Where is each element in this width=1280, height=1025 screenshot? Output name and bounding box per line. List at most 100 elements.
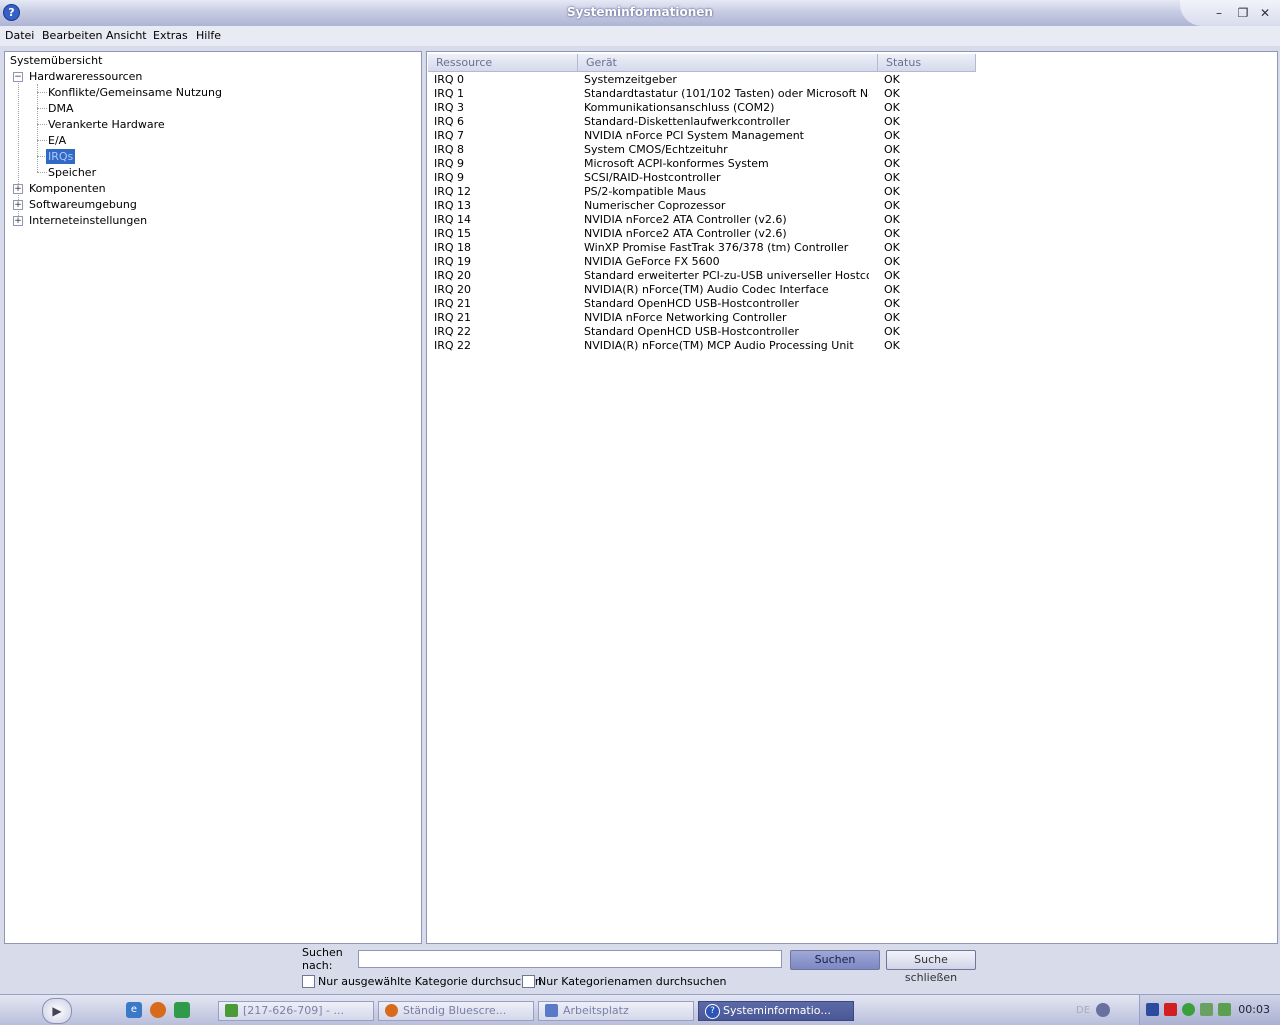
- taskbar-task-3[interactable]: Arbeitsplatz: [538, 1001, 694, 1021]
- tree-item-system-summary[interactable]: Systemübersicht: [10, 53, 102, 68]
- volume-icon[interactable]: [1096, 1003, 1110, 1017]
- tree-item-memory[interactable]: Speicher: [48, 165, 96, 180]
- expand-icon[interactable]: +: [13, 184, 23, 194]
- table-row[interactable]: IRQ 18 WinXP Promise FastTrak 376/378 (tm…: [427, 241, 987, 255]
- cell-status: OK: [884, 157, 900, 170]
- firefox-icon[interactable]: [150, 1002, 166, 1018]
- task-label: Arbeitsplatz: [563, 1004, 629, 1017]
- cell-device: WinXP Promise FastTrak 376/378 (tm) Cont…: [584, 241, 849, 254]
- cell-resource: IRQ 22: [434, 339, 472, 352]
- only-selected-category-checkbox[interactable]: [302, 975, 315, 988]
- title-bar[interactable]: ? Systeminformationen – ❐ ✕: [0, 0, 1280, 27]
- cell-status: OK: [884, 73, 900, 86]
- taskbar-task-1[interactable]: [217-626-709] - ...: [218, 1001, 374, 1021]
- cell-device: Systemzeitgeber: [584, 73, 677, 86]
- tree-item-forced-hardware[interactable]: Verankerte Hardware: [48, 117, 165, 132]
- taskbar: ▶ e [217-626-709] - ... Ständig Bluescre…: [0, 994, 1280, 1025]
- network-icon[interactable]: [1200, 1003, 1213, 1016]
- cell-status: OK: [884, 101, 900, 114]
- table-row[interactable]: IRQ 22 NVIDIA(R) nForce(TM) MCP Audio Pro…: [427, 339, 987, 353]
- column-header-resource[interactable]: Ressource: [428, 54, 578, 72]
- cell-device: PS/2-kompatible Maus: [584, 185, 707, 198]
- resource-list[interactable]: Ressource Gerät Status IRQ 0 Systemzeitge…: [426, 51, 1278, 944]
- table-row[interactable]: IRQ 12 PS/2-kompatible Maus OK: [427, 185, 987, 199]
- cell-device: Standard OpenHCD USB-Hostcontroller: [584, 297, 799, 310]
- column-header-status[interactable]: Status: [878, 54, 976, 72]
- start-button[interactable]: ▶: [42, 998, 72, 1024]
- taskbar-task-2[interactable]: Ständig Bluescre...: [378, 1001, 534, 1021]
- window-title: Systeminformationen: [567, 5, 713, 19]
- cell-resource: IRQ 1: [434, 87, 465, 100]
- ie-icon[interactable]: e: [126, 1002, 142, 1018]
- cell-device: NVIDIA(R) nForce(TM) Audio Codec Interfa…: [584, 283, 829, 296]
- tree-item-dma[interactable]: DMA: [48, 101, 74, 116]
- menu-hilfe[interactable]: Hilfe: [196, 29, 221, 42]
- close-button[interactable]: ✕: [1256, 5, 1274, 21]
- search-input[interactable]: [358, 950, 782, 968]
- tree-item-io[interactable]: E/A: [48, 133, 66, 148]
- close-search-button[interactable]: Suche schließen: [886, 950, 976, 984]
- table-row[interactable]: IRQ 21 Standard OpenHCD USB-Hostcontrolle…: [427, 297, 987, 311]
- table-row[interactable]: IRQ 20 NVIDIA(R) nForce(TM) Audio Codec I…: [427, 283, 987, 297]
- table-row[interactable]: IRQ 19 NVIDIA GeForce FX 5600 OK: [427, 255, 987, 269]
- search-button[interactable]: Suchen: [790, 950, 880, 970]
- cell-resource: IRQ 12: [434, 185, 472, 198]
- tree-line: [37, 108, 47, 109]
- table-row[interactable]: IRQ 3 Kommunikationsanschluss (COM2) OK: [427, 101, 987, 115]
- cell-device: NVIDIA nForce PCI System Management: [584, 129, 804, 142]
- tree-item-irqs[interactable]: IRQs: [46, 149, 76, 164]
- cell-resource: IRQ 3: [434, 101, 465, 114]
- table-row[interactable]: IRQ 0 Systemzeitgeber OK: [427, 73, 987, 87]
- table-row[interactable]: IRQ 13 Numerischer Coprozessor OK: [427, 199, 987, 213]
- cell-status: OK: [884, 213, 900, 226]
- cell-device: SCSI/RAID-Hostcontroller: [584, 171, 721, 184]
- taskbar-task-4[interactable]: ? Systeminformatio...: [698, 1001, 854, 1021]
- cell-device: NVIDIA GeForce FX 5600: [584, 255, 720, 268]
- table-row[interactable]: IRQ 21 NVIDIA nForce Networking Controlle…: [427, 311, 987, 325]
- table-row[interactable]: IRQ 6 Standard-Diskettenlaufwerkcontrolle…: [427, 115, 987, 129]
- cell-status: OK: [884, 241, 900, 254]
- only-category-names-checkbox[interactable]: [522, 975, 535, 988]
- maximize-button[interactable]: ❐: [1234, 5, 1252, 21]
- tree-item-conflicts[interactable]: Konflikte/Gemeinsame Nutzung: [48, 85, 222, 100]
- minimize-button[interactable]: –: [1210, 5, 1228, 21]
- quicklaunch-icon[interactable]: [174, 1002, 190, 1018]
- language-indicator[interactable]: DE: [1076, 1005, 1090, 1016]
- table-row[interactable]: IRQ 9 Microsoft ACPI-konformes System OK: [427, 157, 987, 171]
- collapse-icon[interactable]: −: [13, 72, 23, 82]
- tree-item-hardware-resources[interactable]: Hardwareressourcen: [29, 69, 142, 84]
- cell-resource: IRQ 22: [434, 325, 472, 338]
- expand-icon[interactable]: +: [13, 200, 23, 210]
- cell-device: NVIDIA nForce Networking Controller: [584, 311, 787, 324]
- cell-status: OK: [884, 171, 900, 184]
- column-header-device[interactable]: Gerät: [578, 54, 878, 72]
- menu-datei[interactable]: Datei: [5, 29, 34, 42]
- cell-device: Standard-Diskettenlaufwerkcontroller: [584, 115, 790, 128]
- table-row[interactable]: IRQ 22 Standard OpenHCD USB-Hostcontrolle…: [427, 325, 987, 339]
- shield-icon[interactable]: [1146, 1003, 1159, 1016]
- menu-bearbeiten[interactable]: Bearbeiten: [42, 29, 102, 42]
- clover-icon[interactable]: [1182, 1003, 1195, 1016]
- expand-icon[interactable]: +: [13, 216, 23, 226]
- menu-ansicht[interactable]: Ansicht: [106, 29, 147, 42]
- only-category-names-label: Nur Kategorienamen durchsuchen: [538, 975, 727, 988]
- table-row[interactable]: IRQ 15 NVIDIA nForce2 ATA Controller (v2.…: [427, 227, 987, 241]
- cell-status: OK: [884, 199, 900, 212]
- table-row[interactable]: IRQ 9 SCSI/RAID-Hostcontroller OK: [427, 171, 987, 185]
- table-row[interactable]: IRQ 20 Standard erweiterter PCI-zu-USB un…: [427, 269, 987, 283]
- cell-status: OK: [884, 311, 900, 324]
- cell-resource: IRQ 15: [434, 227, 472, 240]
- antivirus-icon[interactable]: [1164, 1003, 1177, 1016]
- tree-item-internet-settings[interactable]: Interneteinstellungen: [29, 213, 147, 228]
- table-row[interactable]: IRQ 14 NVIDIA nForce2 ATA Controller (v2.…: [427, 213, 987, 227]
- tree-item-software-environment[interactable]: Softwareumgebung: [29, 197, 137, 212]
- tree-item-components[interactable]: Komponenten: [29, 181, 106, 196]
- table-row[interactable]: IRQ 8 System CMOS/Echtzeituhr OK: [427, 143, 987, 157]
- table-row[interactable]: IRQ 7 NVIDIA nForce PCI System Management…: [427, 129, 987, 143]
- cell-resource: IRQ 0: [434, 73, 465, 86]
- menu-extras[interactable]: Extras: [153, 29, 188, 42]
- table-row[interactable]: IRQ 1 Standardtastatur (101/102 Tasten) o…: [427, 87, 987, 101]
- category-tree[interactable]: Systemübersicht − Hardwareressourcen Kon…: [4, 51, 422, 944]
- nvidia-icon[interactable]: [1218, 1003, 1231, 1016]
- cell-device: Numerischer Coprozessor: [584, 199, 726, 212]
